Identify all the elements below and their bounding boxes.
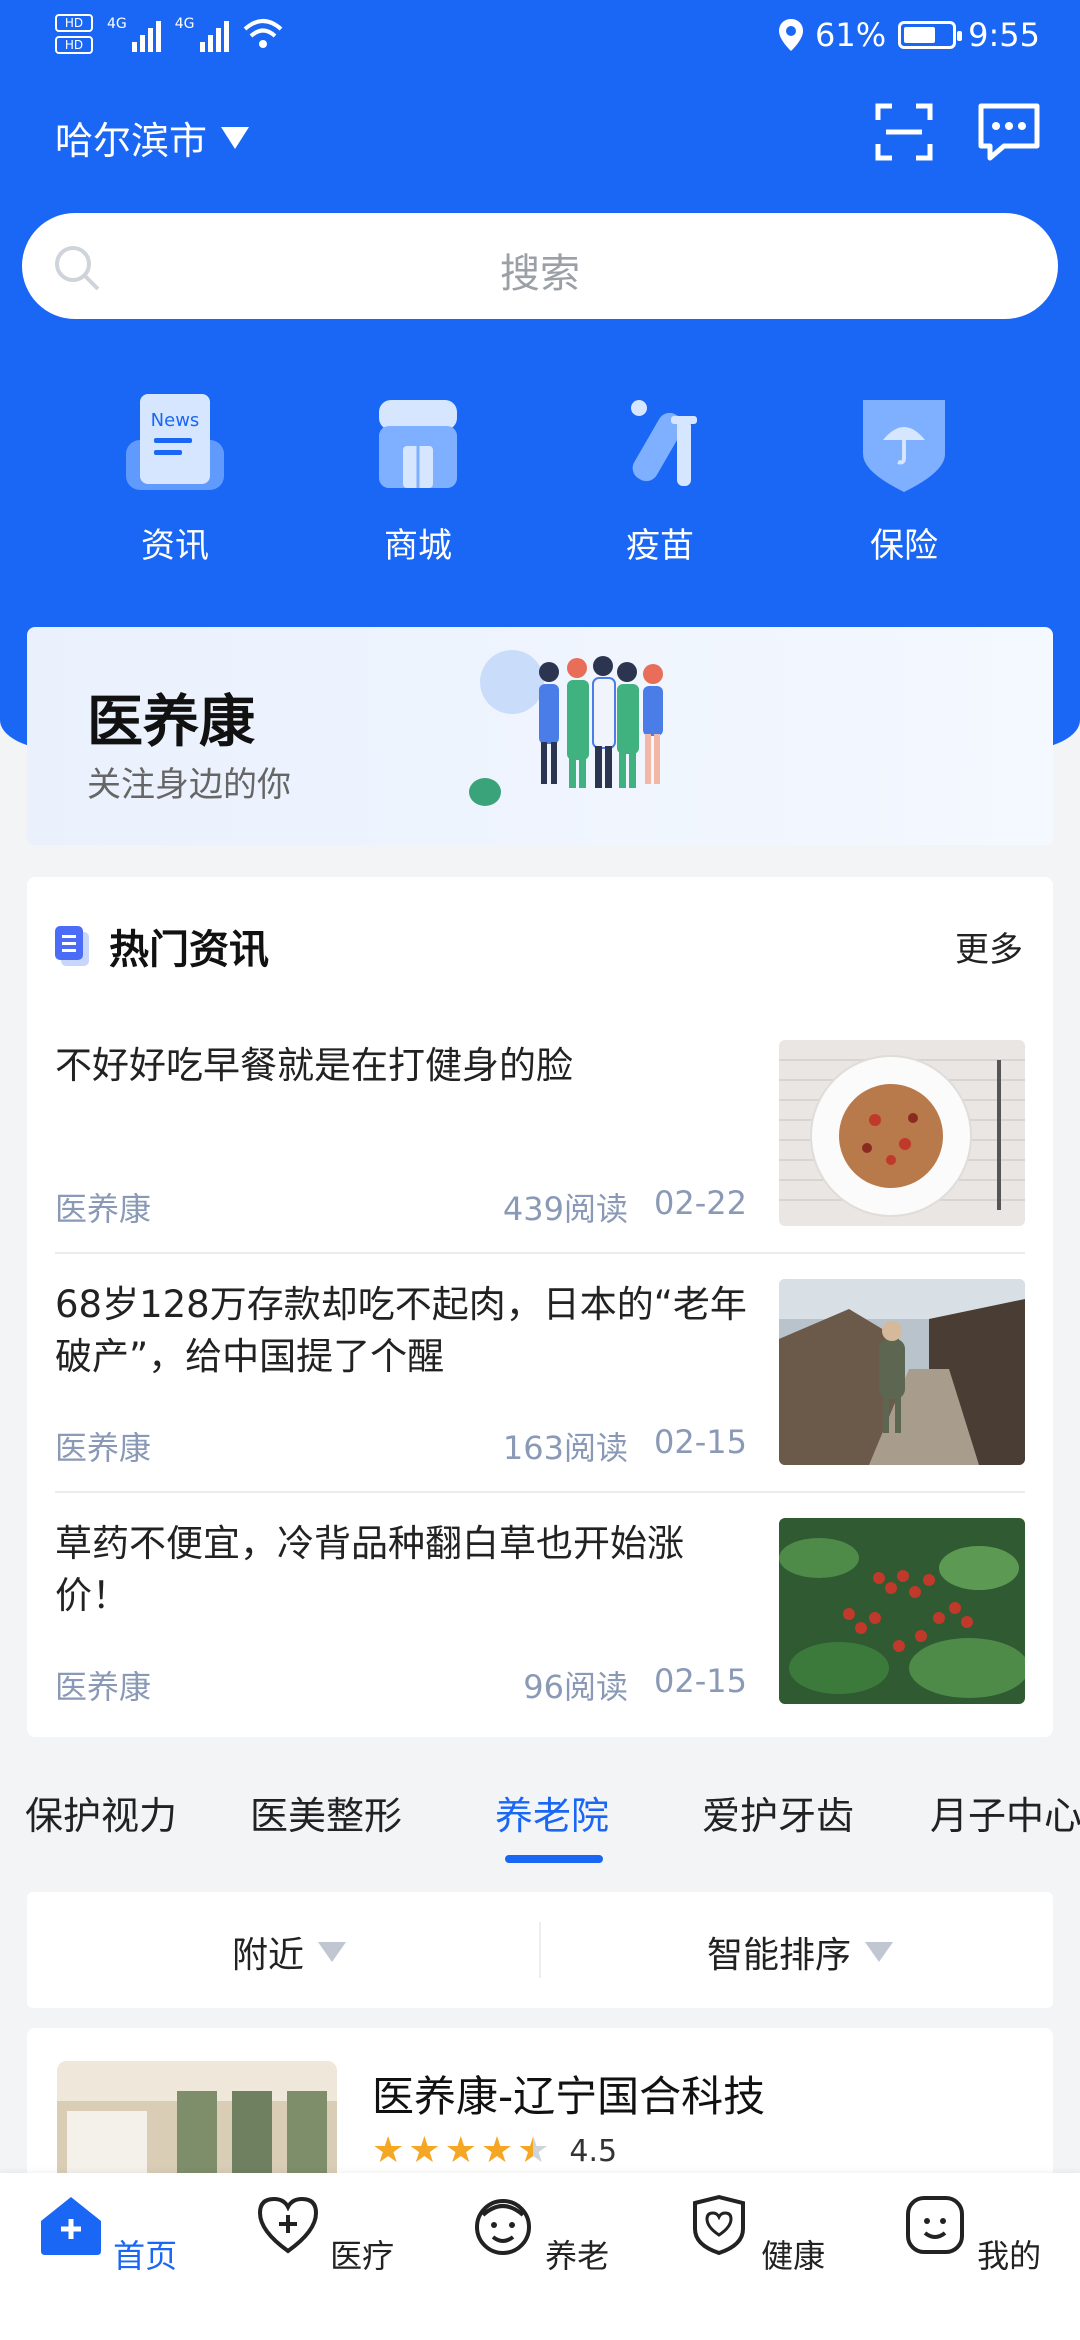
news-thumbnail-elderly [779,1279,1025,1465]
nav-elderly-label: 养老 [545,2237,610,2275]
nav-health[interactable]: 健康 [686,2193,826,2277]
news-item-reads: 439阅读 [502,1190,629,1228]
nav-home[interactable]: 首页 [38,2193,178,2277]
star-icon: ★ [444,2130,477,2171]
battery-icon [898,21,963,49]
nav-health-label: 健康 [761,2237,826,2275]
star-icon: ★ [480,2130,514,2171]
news-list-icon [55,926,89,966]
filter-nearby[interactable]: 附近 [232,1926,347,1978]
tab-dental[interactable]: 爱护牙齿 [702,1785,854,1840]
nav-profile-label: 我的 [977,2237,1042,2275]
hot-news-card: 热门资讯 更多 不好好吃早餐就是在打健身的脸 医养康 439阅读 02-22 68… [27,877,1053,1737]
tab-maternity[interactable]: 月子中心 [930,1785,1080,1840]
news-item-date: 02-15 [654,1662,747,1700]
chevron-down-icon [318,1942,347,1962]
search-bar[interactable]: 搜索 [22,213,1058,319]
half-star-icon: ★ [517,2130,550,2171]
news-item[interactable]: 不好好吃早餐就是在打健身的脸 医养康 439阅读 02-22 [55,1040,1025,1260]
scan-icon[interactable] [872,100,936,164]
news-section-title: 热门资讯 [109,927,269,973]
message-icon[interactable] [976,100,1042,164]
elderly-icon [474,2199,531,2255]
medical-staff-illustration [469,650,663,806]
tab-eye-care[interactable]: 保护视力 [25,1785,177,1840]
news-item-title: 68岁128万存款却吃不起肉，日本的“老年破产”，给中国提了个醒 [55,1283,747,1378]
news-item[interactable]: 草药不便宜，冷背品种翻白草也开始涨价！ 医养康 96阅读 02-15 [55,1518,1025,1738]
svg-text:News: News [151,410,200,431]
hd-icon: HD HD [55,14,93,54]
news-item[interactable]: 68岁128万存款却吃不起肉，日本的“老年破产”，给中国提了个醒 医养康 163… [55,1279,1025,1499]
promo-banner[interactable]: 医养康 关注身边的你 [27,627,1053,845]
profile-icon [905,2196,964,2254]
city-label: 哈尔滨市 [55,119,208,163]
store-icon [363,390,473,500]
health-icon [692,2194,745,2256]
divider [539,1922,541,1978]
nav-medical-label: 医疗 [330,2237,395,2275]
facility-name: 医养康-辽宁国合科技 [372,2072,766,2121]
star-icon: ★ [372,2130,405,2171]
filter-nearby-label: 附近 [232,1935,305,1976]
chevron-down-icon [865,1942,894,1962]
banner-subtitle: 关注身边的你 [87,765,291,805]
news-item-source: 医养康 [55,1190,152,1228]
star-icon: ★ [408,2130,441,2171]
signal-icon: 4G [107,16,161,52]
home-icon [40,2197,101,2255]
signal-icon: 4G [175,16,229,52]
search-placeholder: 搜索 [500,251,580,297]
news-thumbnail-pasta [779,1040,1025,1226]
more-news-link[interactable]: 更多 [955,922,1023,971]
news-icon: News [120,390,230,500]
news-item-title: 不好好吃早餐就是在打健身的脸 [55,1044,573,1087]
chevron-down-icon [221,126,250,149]
banner-title: 医养康 [87,690,255,755]
tab-cosmetic[interactable]: 医美整形 [250,1785,402,1840]
quick-action-store[interactable]: 商城 [338,390,498,567]
quick-action-vaccine[interactable]: 疫苗 [580,390,740,567]
news-item-reads: 163阅读 [502,1429,629,1467]
filter-bar: 附近 智能排序 [27,1892,1053,2008]
filter-sort[interactable]: 智能排序 [707,1926,894,1978]
rating-value: 4.5 [569,2133,618,2169]
news-item-source: 医养康 [55,1429,152,1467]
divider [55,1252,1025,1254]
nav-profile[interactable]: 我的 [902,2193,1042,2277]
quick-action-news[interactable]: News 资讯 [95,390,255,567]
category-tabs: 保护视力 医美整形 养老院 爱护牙齿 月子中心 [0,1785,1080,1865]
insurance-icon [849,390,959,500]
active-tab-indicator [505,1855,603,1863]
divider [55,1491,1025,1493]
news-item-date: 02-22 [654,1184,747,1222]
news-item-date: 02-15 [654,1423,747,1461]
bottom-navigation: 首页 医疗 养老 健康 我的 [0,2173,1080,2340]
city-selector[interactable]: 哈尔滨市 [55,110,250,165]
nav-home-label: 首页 [113,2237,178,2275]
filter-sort-label: 智能排序 [707,1935,852,1976]
news-item-source: 医养康 [55,1668,152,1706]
wifi-icon [243,19,282,48]
tab-nursing-home[interactable]: 养老院 [495,1785,609,1840]
news-item-reads: 96阅读 [523,1668,629,1706]
news-thumbnail-herb [779,1518,1025,1704]
rating-stars: ★ ★ ★ ★ ★ 4.5 [372,2133,617,2169]
status-bar: HD HD 4G 4G 61% 9:55 [0,0,1080,75]
location-icon [779,19,804,51]
nav-elderly[interactable]: 养老 [470,2193,610,2277]
battery-percent: 61% [815,16,887,54]
news-item-title: 草药不便宜，冷背品种翻白草也开始涨价！ [55,1522,684,1617]
quick-action-insurance[interactable]: 保险 [824,390,984,567]
vaccine-icon [605,390,715,500]
nav-medical[interactable]: 医疗 [255,2193,395,2277]
clock: 9:55 [968,16,1040,54]
medical-icon [257,2196,318,2254]
